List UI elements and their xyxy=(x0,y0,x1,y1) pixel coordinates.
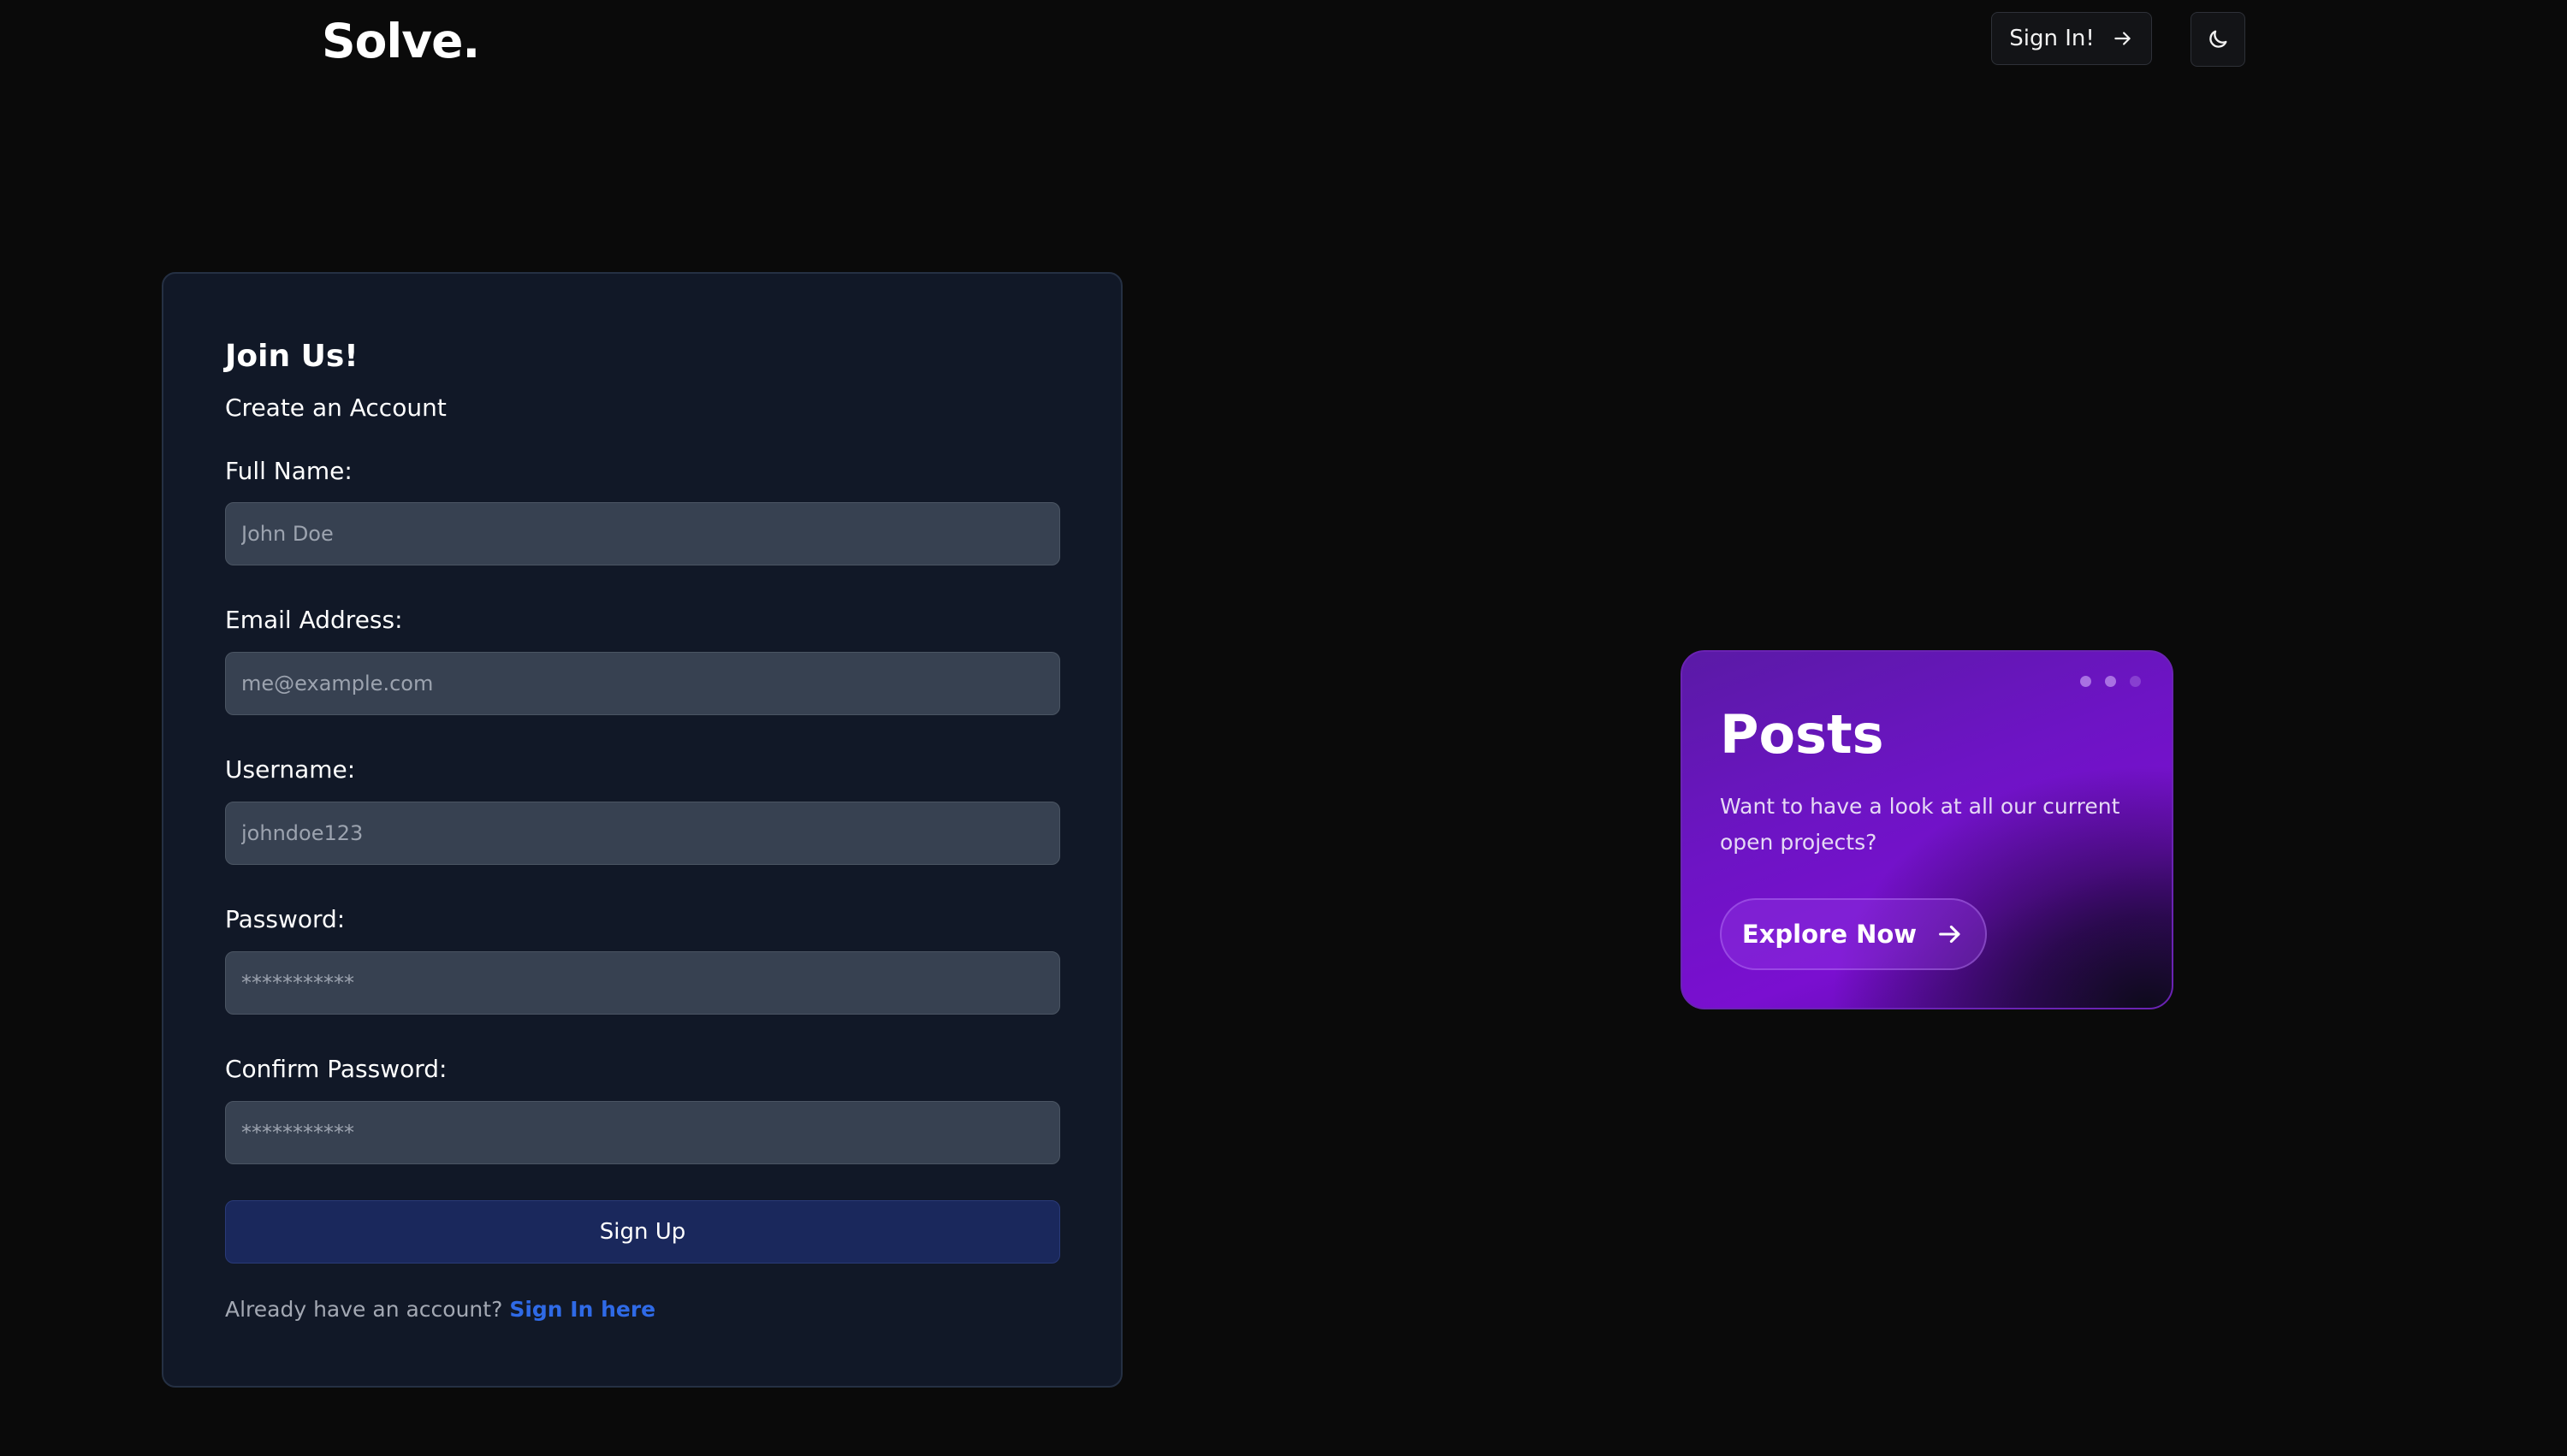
card-title: Join Us! xyxy=(225,339,359,374)
moon-icon xyxy=(2209,30,2227,48)
signin-prompt-text: Already have an account? xyxy=(225,1297,503,1322)
carousel-dots xyxy=(2080,676,2141,687)
card-subtitle: Create an Account xyxy=(225,394,447,422)
explore-now-button[interactable]: Explore Now xyxy=(1720,898,1987,970)
email-label: Email Address: xyxy=(225,606,403,634)
confirm-password-input[interactable] xyxy=(225,1101,1060,1164)
email-input[interactable] xyxy=(225,652,1060,715)
username-input[interactable] xyxy=(225,802,1060,865)
arrow-right-icon xyxy=(1939,925,1960,944)
arrow-right-icon xyxy=(2114,32,2131,45)
full-name-label: Full Name: xyxy=(225,457,353,485)
signin-prompt: Already have an account? Sign In here xyxy=(225,1297,655,1322)
explore-button-label: Explore Now xyxy=(1741,920,1918,949)
carousel-dot[interactable] xyxy=(2080,676,2091,687)
page: Solve. Sign In! Join Us! Create an Accou… xyxy=(0,0,2567,1456)
carousel-dot[interactable] xyxy=(2105,676,2116,687)
confirm-password-label: Confirm Password: xyxy=(225,1055,448,1083)
password-label: Password: xyxy=(225,905,346,933)
username-label: Username: xyxy=(225,755,356,784)
posts-title: Posts xyxy=(1720,703,1884,766)
signup-card: Join Us! Create an Account Full Name: Em… xyxy=(162,272,1123,1388)
logo[interactable]: Solve. xyxy=(322,10,480,72)
signin-link[interactable]: Sign In here xyxy=(509,1297,655,1322)
signin-button-label: Sign In! xyxy=(2009,26,2095,51)
password-input[interactable] xyxy=(225,951,1060,1015)
carousel-dot[interactable] xyxy=(2130,676,2141,687)
header-signin-button[interactable]: Sign In! xyxy=(1991,12,2152,65)
posts-card: Posts Want to have a look at all our cur… xyxy=(1681,650,2173,1009)
theme-toggle-button[interactable] xyxy=(2191,12,2245,67)
signup-button[interactable]: Sign Up xyxy=(225,1200,1060,1264)
full-name-input[interactable] xyxy=(225,502,1060,565)
posts-description: Want to have a look at all our current o… xyxy=(1720,794,2120,855)
